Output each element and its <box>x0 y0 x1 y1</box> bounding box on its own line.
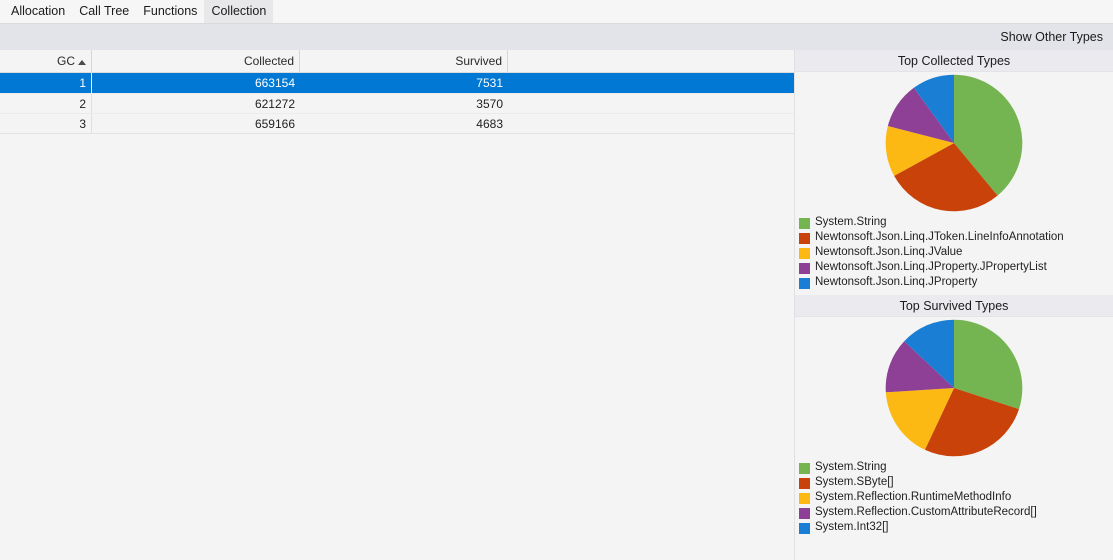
legend-item-label: Newtonsoft.Json.Linq.JToken.LineInfoAnno… <box>815 231 1064 244</box>
legend-item[interactable]: Newtonsoft.Json.Linq.JProperty.JProperty… <box>799 261 1113 275</box>
legend-color-swatch <box>799 217 810 229</box>
panel-top-collected-types-title: Top Collected Types <box>897 53 1011 68</box>
legend-item-label: Newtonsoft.Json.Linq.JValue <box>815 246 963 259</box>
types-side-pane: Top Collected Types System.String Newtons… <box>794 50 1113 560</box>
legend-item-label: System.Reflection.CustomAttributeRecord[… <box>815 506 1037 519</box>
legend-item-label: System.String <box>815 461 887 474</box>
top-collected-types-chart-area <box>795 72 1113 214</box>
legend-item-label: System.SByte[] <box>815 476 894 489</box>
tab-collection-label: Collection <box>211 4 267 19</box>
column-header-gc-label: GC <box>57 54 75 68</box>
cell-gc: 3 <box>0 114 92 133</box>
cell-collected: 621272 <box>254 96 295 111</box>
top-survived-types-legend: System.String System.SByte[] System.Reflec… <box>795 459 1113 540</box>
panel-top-survived-types: Top Survived Types System.String System.S… <box>795 295 1113 540</box>
legend-item-label: Newtonsoft.Json.Linq.JProperty.JProperty… <box>815 261 1047 274</box>
legend-color-swatch <box>799 522 810 534</box>
column-header-collected[interactable]: Collected <box>92 50 300 72</box>
cell-gc: 2 <box>0 94 92 113</box>
legend-item[interactable]: System.SByte[] <box>799 476 1113 490</box>
column-header-survived[interactable]: Survived <box>300 50 508 72</box>
top-survived-types-pie-chart[interactable] <box>885 319 1023 457</box>
panel-top-collected-types-body: System.String Newtonsoft.Json.Linq.JToken… <box>795 72 1113 295</box>
legend-item[interactable]: System.Reflection.CustomAttributeRecord[… <box>799 506 1113 520</box>
cell-filler <box>508 73 794 93</box>
cell-collected: 663154 <box>92 73 300 93</box>
tab-call-tree[interactable]: Call Tree <box>72 0 136 23</box>
column-header-survived-label: Survived <box>455 54 502 68</box>
cell-gc: 1 <box>0 73 92 93</box>
legend-color-swatch <box>799 247 810 259</box>
panel-top-collected-types: Top Collected Types System.String Newtons… <box>795 50 1113 295</box>
legend-item[interactable]: Newtonsoft.Json.Linq.JProperty <box>799 276 1113 290</box>
toolbar: Show Other Types <box>0 24 1113 50</box>
cell-survived: 3570 <box>476 96 503 111</box>
top-survived-types-chart-area <box>795 317 1113 459</box>
legend-color-swatch <box>799 462 810 474</box>
collection-grid: GC Collected Survived 1 663154 7531 2 62… <box>0 50 794 134</box>
sort-ascending-icon <box>78 59 86 65</box>
table-row[interactable]: 1 663154 7531 <box>0 73 794 93</box>
cell-filler <box>508 94 794 113</box>
legend-item[interactable]: Newtonsoft.Json.Linq.JToken.LineInfoAnno… <box>799 231 1113 245</box>
legend-item-label: System.String <box>815 216 887 229</box>
table-row[interactable]: 2 621272 3570 <box>0 93 794 113</box>
legend-item[interactable]: Newtonsoft.Json.Linq.JValue <box>799 246 1113 260</box>
legend-color-swatch <box>799 277 810 289</box>
legend-color-swatch <box>799 477 810 489</box>
legend-color-swatch <box>799 492 810 504</box>
column-header-filler <box>508 50 794 72</box>
legend-item-label: System.Reflection.RuntimeMethodInfo <box>815 491 1012 504</box>
tab-functions-label: Functions <box>143 4 198 19</box>
top-collected-types-legend: System.String Newtonsoft.Json.Linq.JToken… <box>795 214 1113 295</box>
legend-color-swatch <box>799 232 810 244</box>
cell-filler <box>508 114 794 133</box>
legend-item[interactable]: System.String <box>799 461 1113 475</box>
tab-functions[interactable]: Functions <box>136 0 204 23</box>
collection-content-area: GC Collected Survived 1 663154 7531 2 62… <box>0 50 794 560</box>
legend-color-swatch <box>799 262 810 274</box>
tab-call-tree-label: Call Tree <box>79 4 130 19</box>
table-row[interactable]: 3 659166 4683 <box>0 113 794 133</box>
legend-item[interactable]: System.String <box>799 216 1113 230</box>
cell-survived: 4683 <box>476 116 503 131</box>
legend-item-label: System.Int32[] <box>815 521 889 534</box>
show-other-types-button[interactable]: Show Other Types <box>1000 30 1103 44</box>
legend-item-label: Newtonsoft.Json.Linq.JProperty <box>815 276 978 289</box>
legend-color-swatch <box>799 507 810 519</box>
legend-item[interactable]: System.Int32[] <box>799 521 1113 535</box>
cell-collected: 659166 <box>254 116 295 131</box>
panel-top-collected-types-header: Top Collected Types <box>795 50 1113 72</box>
column-header-collected-label: Collected <box>243 54 294 68</box>
panel-top-survived-types-header: Top Survived Types <box>795 295 1113 317</box>
grid-body: 1 663154 7531 2 621272 3570 3 659166 468… <box>0 73 794 134</box>
legend-item[interactable]: System.Reflection.RuntimeMethodInfo <box>799 491 1113 505</box>
column-header-gc[interactable]: GC <box>0 50 92 72</box>
tab-collection[interactable]: Collection <box>204 0 274 23</box>
panel-top-survived-types-body: System.String System.SByte[] System.Reflec… <box>795 317 1113 540</box>
cell-survived: 7531 <box>300 73 508 93</box>
grid-header-row: GC Collected Survived <box>0 50 794 73</box>
tab-allocation-label: Allocation <box>11 4 66 19</box>
top-collected-types-pie-chart[interactable] <box>885 74 1023 212</box>
panel-top-survived-types-title: Top Survived Types <box>899 298 1009 313</box>
tab-bar: Allocation Call Tree Functions Collectio… <box>0 0 1113 24</box>
tab-allocation[interactable]: Allocation <box>4 0 72 23</box>
